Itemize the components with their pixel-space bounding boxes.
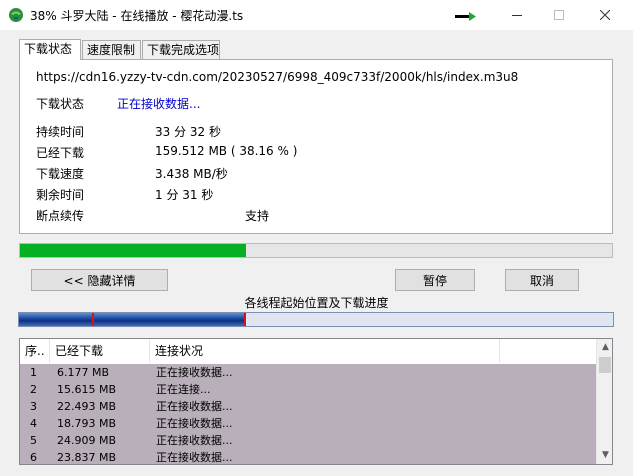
row-downloaded: 23.837 MB: [57, 451, 117, 464]
hide-details-button[interactable]: << 隐藏详情: [31, 269, 168, 291]
row-index: 4: [30, 417, 37, 430]
pause-button[interactable]: 暂停: [395, 269, 475, 291]
row-downloaded: 24.909 MB: [57, 434, 117, 447]
resume-value: 支持: [245, 209, 270, 223]
tab-download-status[interactable]: 下载状态: [19, 39, 81, 60]
close-icon: [600, 10, 610, 20]
row-index: 6: [30, 451, 37, 464]
minimize-icon: [512, 15, 522, 16]
connection-list[interactable]: 序.. 已经下载 连接状况 1 6.177 MB 正在接收数据... 2 15.615 …: [19, 338, 613, 465]
downloaded-value: 159.512 MB ( 38.16 % ): [155, 144, 298, 158]
row-index: 5: [30, 434, 37, 447]
download-url: https://cdn16.yzzy-tv-cdn.com/20230527/6…: [36, 70, 519, 84]
column-header-connection-status[interactable]: 连接状况: [150, 339, 500, 363]
speed-value: 3.438 MB/秒: [155, 167, 228, 181]
table-row[interactable]: 6 23.837 MB 正在接收数据...: [20, 449, 596, 464]
window-title: 38% 斗罗大陆 - 在线播放 - 樱花动漫.ts: [30, 9, 244, 23]
remaining-value: 1 分 31 秒: [155, 188, 214, 202]
arrow-right-icon: [455, 12, 476, 21]
row-connection-status: 正在接收数据...: [156, 434, 233, 447]
list-scrollbar[interactable]: ▲ ▼: [596, 339, 612, 464]
row-connection-status: 正在连接...: [156, 383, 211, 396]
minimize-button[interactable]: [494, 0, 540, 30]
tab-speed-limit[interactable]: 速度限制: [82, 40, 141, 60]
status-label: 下载状态: [36, 97, 85, 111]
download-progress-fill: [20, 244, 246, 257]
status-panel: https://cdn16.yzzy-tv-cdn.com/20230527/6…: [19, 59, 613, 234]
row-index: 2: [30, 383, 37, 396]
duration-label: 持续时间: [36, 125, 85, 139]
speed-label: 下载速度: [36, 167, 85, 181]
row-index: 1: [30, 366, 37, 379]
resume-label: 断点续传: [36, 209, 85, 223]
duration-value: 33 分 32 秒: [155, 125, 221, 139]
table-row[interactable]: 5 24.909 MB 正在接收数据...: [20, 432, 596, 449]
table-row[interactable]: 4 18.793 MB 正在接收数据...: [20, 415, 596, 432]
row-downloaded: 15.615 MB: [57, 383, 117, 396]
thread-progress-bar: [18, 312, 614, 327]
thread-progress-fill: [19, 313, 246, 326]
status-value: 正在接收数据...: [117, 97, 201, 111]
tab-completion-options[interactable]: 下载完成选项: [142, 40, 220, 60]
scroll-thumb[interactable]: [599, 357, 611, 373]
row-connection-status: 正在接收数据...: [156, 417, 233, 430]
title-bar: 38% 斗罗大陆 - 在线播放 - 樱花动漫.ts: [0, 0, 633, 30]
thread-progress-title: 各线程起始位置及下载进度: [244, 296, 389, 310]
row-connection-status: 正在接收数据...: [156, 366, 233, 379]
remaining-label: 剩余时间: [36, 188, 85, 202]
table-row[interactable]: 2 15.615 MB 正在连接...: [20, 381, 596, 398]
thread-start-marker: [92, 313, 94, 326]
row-downloaded: 22.493 MB: [57, 400, 117, 413]
table-row[interactable]: 3 22.493 MB 正在接收数据...: [20, 398, 596, 415]
downloaded-label: 已经下载: [36, 146, 85, 160]
download-progress-bar: [19, 243, 613, 258]
row-index: 3: [30, 400, 37, 413]
cancel-button[interactable]: 取消: [505, 269, 579, 291]
scroll-up-icon[interactable]: ▲: [597, 339, 612, 356]
maximize-icon: [554, 10, 564, 20]
column-header-downloaded[interactable]: 已经下载: [50, 339, 150, 363]
table-row[interactable]: 1 6.177 MB 正在接收数据...: [20, 364, 596, 381]
close-button[interactable]: [582, 0, 628, 30]
column-header-index[interactable]: 序..: [20, 339, 50, 363]
row-connection-status: 正在接收数据...: [156, 451, 233, 464]
row-downloaded: 6.177 MB: [57, 366, 110, 379]
row-downloaded: 18.793 MB: [57, 417, 117, 430]
thread-end-marker: [243, 313, 246, 326]
list-header: 序.. 已经下载 连接状况: [20, 339, 596, 363]
list-rows: 1 6.177 MB 正在接收数据... 2 15.615 MB 正在连接... 3 22.4…: [20, 364, 596, 464]
scroll-down-icon[interactable]: ▼: [597, 447, 612, 464]
row-connection-status: 正在接收数据...: [156, 400, 233, 413]
maximize-button[interactable]: [536, 0, 582, 30]
idm-app-icon: [9, 8, 23, 22]
